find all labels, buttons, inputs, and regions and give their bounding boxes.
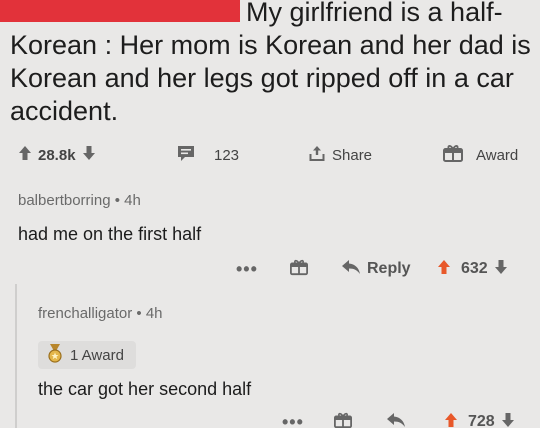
comment1-more-button[interactable]: ••• bbox=[236, 257, 258, 281]
comment2-award-text: 1 Award bbox=[70, 346, 124, 364]
award-button[interactable]: Award bbox=[442, 142, 518, 168]
reddit-post-screenshot: My girlfriend is a half- Korean : Her mo… bbox=[0, 0, 540, 428]
downvote-icon[interactable] bbox=[501, 412, 515, 428]
upvote-icon-active[interactable] bbox=[444, 412, 458, 428]
upvote-icon-active[interactable] bbox=[437, 259, 451, 280]
gift-icon bbox=[333, 411, 353, 428]
comment1-vote-group: 632 bbox=[437, 257, 508, 281]
comment2-action-bar: ••• 728 bbox=[0, 410, 540, 428]
gift-icon bbox=[442, 143, 464, 167]
comment2-meta: frenchalligator • 4h bbox=[38, 305, 163, 322]
gift-icon bbox=[289, 258, 309, 281]
downvote-icon[interactable] bbox=[82, 145, 96, 165]
comment1-time: 4h bbox=[124, 192, 141, 209]
post-text-line1: My girlfriend is a half- bbox=[246, 0, 503, 27]
award-medal-icon bbox=[46, 343, 64, 367]
redacted-title-block bbox=[0, 0, 240, 22]
comment2-reply-button[interactable] bbox=[386, 410, 406, 428]
comment1-text: had me on the first half bbox=[18, 224, 202, 244]
comment-count: 123 bbox=[214, 146, 240, 164]
downvote-icon[interactable] bbox=[494, 259, 508, 280]
thread-line[interactable] bbox=[15, 284, 17, 428]
upvote-icon[interactable] bbox=[18, 145, 32, 165]
comment1-award-button[interactable] bbox=[289, 257, 309, 281]
comment1-reply-label: Reply bbox=[367, 260, 411, 277]
post-vote-group: 28.8k bbox=[18, 142, 96, 168]
comments-button[interactable]: 123 bbox=[176, 142, 239, 168]
comment1-action-bar: ••• Reply 632 bbox=[0, 257, 540, 281]
comment2-more-button[interactable]: ••• bbox=[282, 410, 304, 428]
comment-bubble-icon bbox=[176, 144, 196, 166]
share-icon bbox=[308, 144, 326, 166]
post-vote-count: 28.8k bbox=[38, 146, 76, 164]
award-label: Award bbox=[476, 146, 519, 164]
share-button[interactable]: Share bbox=[308, 142, 372, 168]
share-label: Share bbox=[332, 146, 373, 164]
comment2-vote-group: 728 bbox=[444, 410, 515, 428]
comment1-separator: • bbox=[114, 192, 120, 209]
comment1-author[interactable]: balbertborring bbox=[18, 192, 111, 209]
comment2-separator: • bbox=[136, 305, 142, 322]
more-options-icon: ••• bbox=[282, 411, 304, 428]
post-action-bar: 28.8k 123 Share Award bbox=[0, 142, 540, 168]
comment2-time: 4h bbox=[145, 305, 163, 322]
comment2-text: the car got her second half bbox=[38, 379, 252, 399]
reply-arrow-icon bbox=[386, 412, 406, 428]
post-text-rest: Korean : Her mom is Korean and her dad i… bbox=[10, 30, 531, 126]
comment1-meta: balbertborring • 4h bbox=[18, 192, 141, 209]
comment2-award-button[interactable] bbox=[333, 410, 353, 428]
comment2-award-badge[interactable]: 1 Award bbox=[38, 341, 136, 369]
comment1-reply-button[interactable]: Reply bbox=[341, 257, 411, 281]
post-body: My girlfriend is a half- Korean : Her mo… bbox=[0, 0, 535, 128]
comment2-author[interactable]: frenchalligator bbox=[38, 305, 132, 322]
reply-arrow-icon bbox=[341, 259, 361, 280]
more-options-icon: ••• bbox=[236, 258, 258, 279]
comment2-vote-count: 728 bbox=[468, 413, 495, 428]
comment1-vote-count: 632 bbox=[461, 260, 488, 277]
